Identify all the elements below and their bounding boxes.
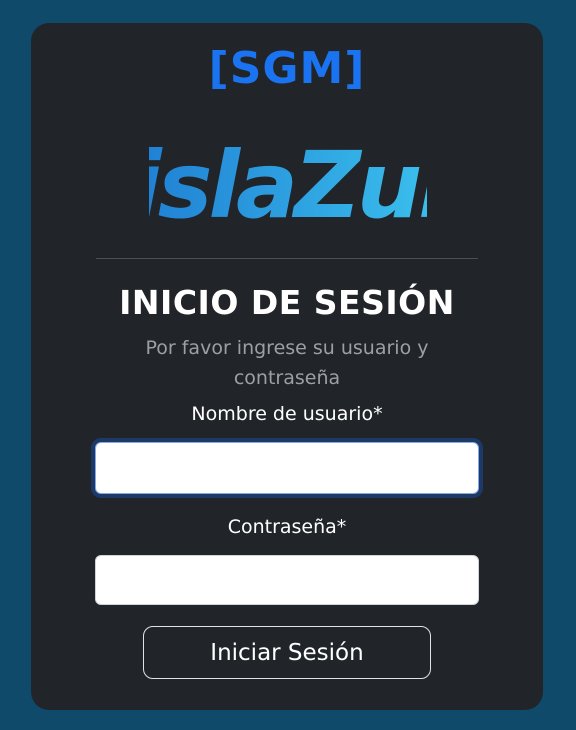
- username-field[interactable]: [95, 442, 479, 494]
- login-card: [SGM] islaZul INICIO DE SESIÓN Por favor…: [31, 23, 543, 710]
- system-tag: [SGM]: [208, 43, 366, 94]
- islazul-logo: islaZul: [149, 132, 427, 239]
- svg-text:islaZul: islaZul: [149, 132, 427, 239]
- login-subtitle: Por favor ingrese su usuario y contraseñ…: [145, 337, 429, 389]
- login-button[interactable]: Iniciar Sesión: [143, 626, 431, 679]
- divider: [96, 258, 478, 259]
- username-label: Nombre de usuario*: [191, 403, 383, 425]
- password-label: Contraseña*: [227, 516, 347, 538]
- page-title: INICIO DE SESIÓN: [119, 283, 455, 322]
- password-field[interactable]: [95, 555, 479, 605]
